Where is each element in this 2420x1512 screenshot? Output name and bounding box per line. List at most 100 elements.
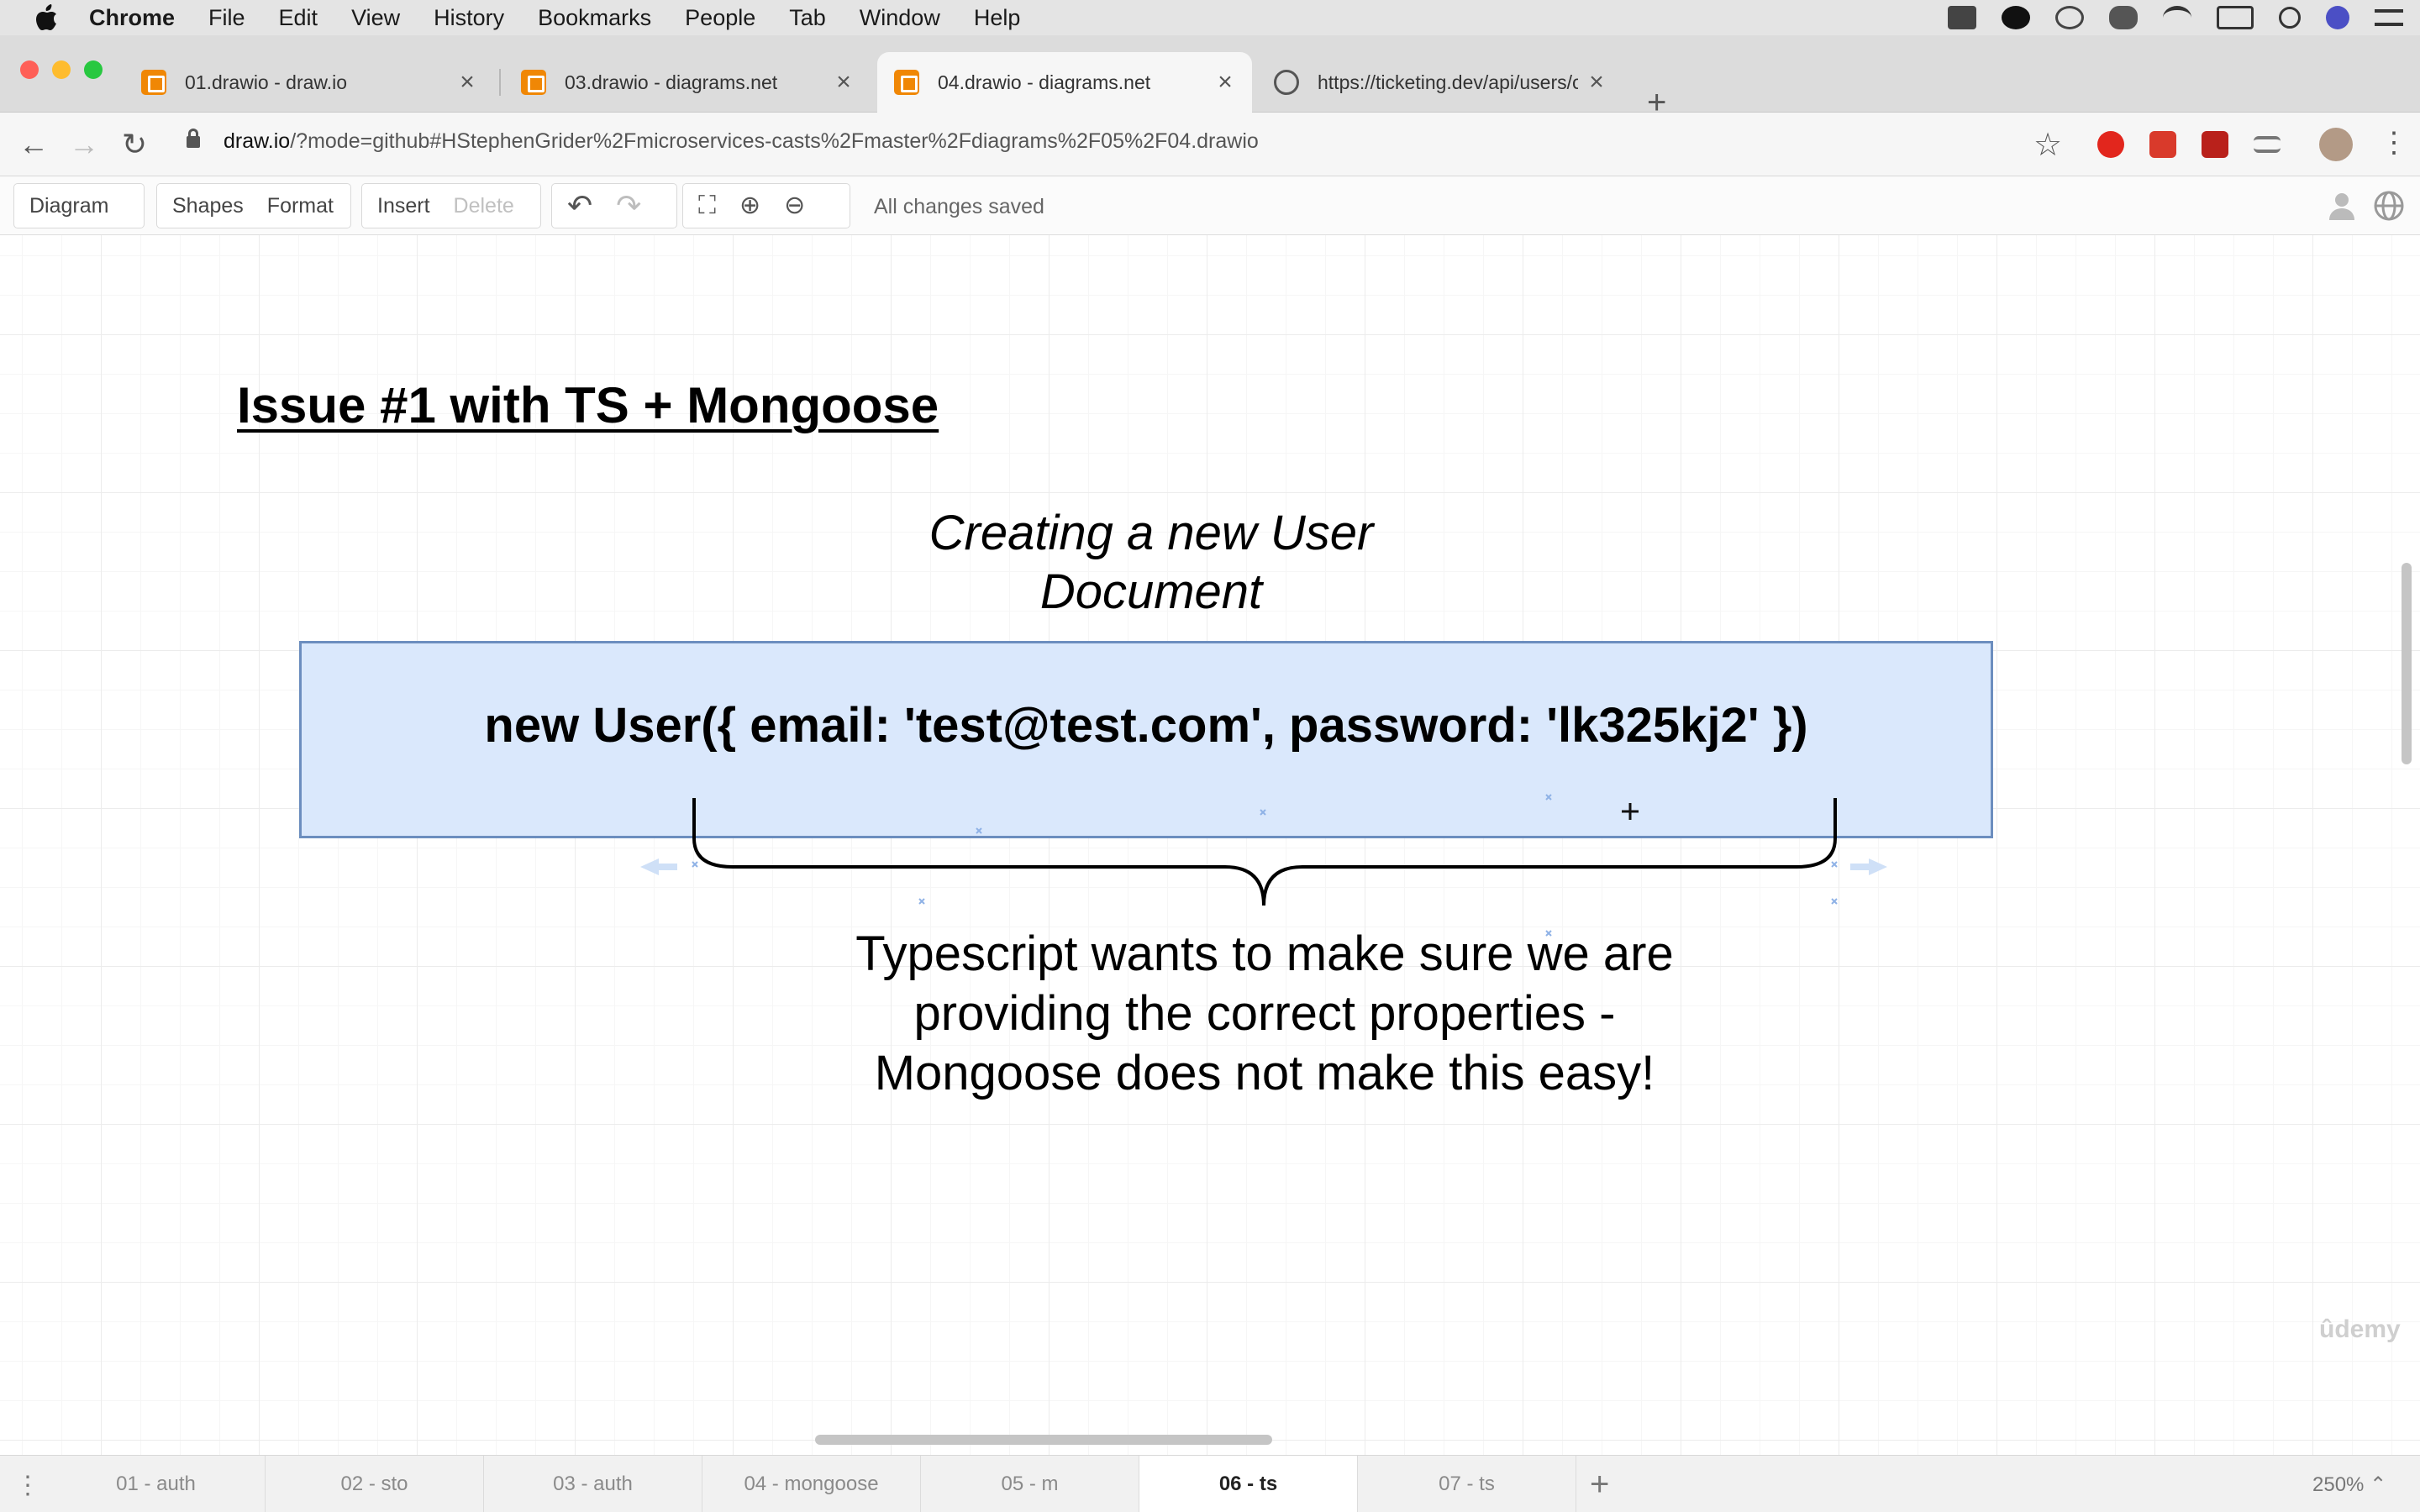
url-path: /?mode=github#HStephenGrider%2Fmicroserv… [290, 129, 1259, 153]
wifi-icon[interactable] [2163, 6, 2191, 29]
tab-03-drawio[interactable]: 03.drawio - diagrams.net × [504, 52, 871, 113]
cloud-icon[interactable] [2109, 6, 2138, 29]
udemy-watermark: ûdemy [2319, 1315, 2401, 1343]
format-button[interactable]: Format [267, 194, 334, 218]
notification-center-icon[interactable] [2375, 9, 2403, 26]
annotation-text[interactable]: Typescript wants to make sure we are pro… [790, 924, 1739, 1103]
annotation-line: providing the correct properties - [913, 986, 1616, 1041]
menu-people[interactable]: People [685, 5, 755, 31]
edit-group: Insert Delete [361, 183, 541, 228]
menu-bookmarks[interactable]: Bookmarks [538, 5, 651, 31]
menu-view[interactable]: View [351, 5, 400, 31]
curly-brace-shape[interactable] [0, 235, 2420, 991]
profile-avatar[interactable] [2319, 128, 2353, 161]
page-tab[interactable]: 05 - m [921, 1456, 1139, 1512]
docker-icon[interactable] [1948, 6, 1976, 29]
reload-button[interactable]: ↻ [118, 128, 151, 161]
annotation-line: Typescript wants to make sure we are [855, 927, 1674, 981]
chrome-menu-icon[interactable]: ⋮ [2380, 126, 2408, 160]
close-icon[interactable]: × [834, 68, 854, 97]
close-window-button[interactable] [20, 60, 39, 79]
chevron-up-icon: ⌃ [2370, 1473, 2387, 1496]
browser-toolbar: ← → ↻ draw.io/?mode=github#HStephenGride… [0, 113, 2420, 176]
undo-redo-group: ↶ ↷ [551, 183, 677, 228]
menu-window[interactable]: Window [860, 5, 940, 31]
page-tab-active[interactable]: 06 - ts [1139, 1456, 1358, 1512]
close-icon[interactable]: × [1215, 68, 1235, 97]
add-page-button[interactable]: + [1590, 1466, 1609, 1504]
undo-icon[interactable]: ↶ [567, 191, 592, 221]
pages-menu-icon[interactable]: ⋮ [15, 1471, 40, 1500]
drawio-icon [141, 70, 166, 95]
tab-title: 03.drawio - diagrams.net [565, 71, 778, 93]
forward-button[interactable]: → [67, 128, 101, 161]
page-tab[interactable]: 02 - sto [266, 1456, 484, 1512]
zoom-level[interactable]: 250% ⌃ [2312, 1473, 2386, 1497]
zoom-out-icon[interactable]: ⊖ [784, 191, 805, 221]
back-button[interactable]: ← [17, 128, 50, 161]
diagram-canvas[interactable]: Issue #1 with TS + Mongoose Creating a n… [0, 235, 2420, 1455]
page-tab-label: 03 - auth [553, 1473, 633, 1495]
language-globe-icon[interactable] [2373, 190, 2405, 222]
app-status-icon[interactable] [2002, 6, 2030, 29]
lock-icon[interactable] [187, 129, 200, 148]
menu-chrome[interactable]: Chrome [89, 5, 175, 31]
tab-04-drawio[interactable]: 04.drawio - diagrams.net × [877, 52, 1252, 113]
menu-file[interactable]: File [208, 5, 245, 31]
vertical-scrollbar[interactable] [2402, 563, 2412, 764]
page-tab[interactable]: 07 - ts [1358, 1456, 1576, 1512]
browser-tab-strip: 01.drawio - draw.io × 03.drawio - diagra… [0, 35, 2420, 119]
fullscreen-icon[interactable]: ⛶ [698, 191, 716, 221]
menu-help[interactable]: Help [974, 5, 1021, 31]
menu-history[interactable]: History [434, 5, 504, 31]
user-icon[interactable] [2326, 190, 2358, 222]
page-tab-label: 04 - mongoose [744, 1473, 879, 1495]
diagram-menu[interactable]: Diagram [13, 183, 145, 228]
status-area [1948, 0, 2403, 35]
search-icon[interactable] [2279, 7, 2301, 29]
minimize-window-button[interactable] [52, 60, 71, 79]
close-icon[interactable]: × [457, 68, 477, 97]
close-icon[interactable]: × [1586, 68, 1607, 97]
drawio-icon [894, 70, 919, 95]
page-tab[interactable]: 03 - auth [484, 1456, 702, 1512]
battery-icon[interactable] [2217, 6, 2254, 29]
page-tab[interactable]: 04 - mongoose [702, 1456, 921, 1512]
page-tab[interactable]: 01 - auth [47, 1456, 266, 1512]
page-tab-label: 01 - auth [116, 1473, 196, 1495]
tab-separator [499, 69, 501, 96]
page-tab-label: 05 - m [1001, 1473, 1059, 1495]
address-bar[interactable]: draw.io/?mode=github#HStephenGrider%2Fmi… [224, 129, 1259, 154]
tab-ticketing[interactable]: https://ticketing.dev/api/users/c × [1257, 52, 1623, 113]
page-tab-label: 02 - sto [340, 1473, 408, 1495]
insert-button[interactable]: Insert [377, 194, 430, 218]
drawio-toolbar: Diagram Shapes Format Insert Delete ↶ ↷ … [0, 176, 2420, 235]
tab-title: 01.drawio - draw.io [185, 71, 348, 93]
delete-button[interactable]: Delete [454, 194, 514, 218]
tab-01-drawio[interactable]: 01.drawio - draw.io × [124, 52, 494, 113]
panel-toggle-group: Shapes Format [156, 183, 351, 228]
extension-list-icon[interactable] [2254, 136, 2281, 153]
horizontal-scrollbar[interactable] [815, 1435, 1272, 1445]
glasses-icon[interactable] [2055, 6, 2084, 29]
menu-edit[interactable]: Edit [279, 5, 318, 31]
bookmark-star-icon[interactable]: ☆ [2033, 126, 2062, 164]
view-group: ⛶ ⊕ ⊖ [682, 183, 850, 228]
drawio-icon [521, 70, 546, 95]
zoom-window-button[interactable] [84, 60, 103, 79]
save-status: All changes saved [874, 195, 1044, 218]
menu-tab[interactable]: Tab [789, 5, 826, 31]
page-tab-label: 07 - ts [1439, 1473, 1495, 1495]
apple-icon[interactable] [30, 1, 64, 34]
extension-opera-icon[interactable] [2097, 131, 2124, 158]
siri-icon[interactable] [2326, 6, 2349, 29]
extension-red-icon[interactable] [2149, 131, 2176, 158]
page-tab-label: 06 - ts [1218, 1473, 1278, 1495]
tab-title: 04.drawio - diagrams.net [938, 71, 1151, 93]
redo-icon[interactable]: ↷ [616, 191, 641, 221]
extension-shield-icon[interactable] [2202, 131, 2228, 158]
shapes-button[interactable]: Shapes [172, 194, 244, 218]
zoom-in-icon[interactable]: ⊕ [739, 191, 760, 221]
annotation-line: Mongoose does not make this easy! [874, 1046, 1655, 1100]
diagram-menu-label: Diagram [29, 193, 109, 218]
